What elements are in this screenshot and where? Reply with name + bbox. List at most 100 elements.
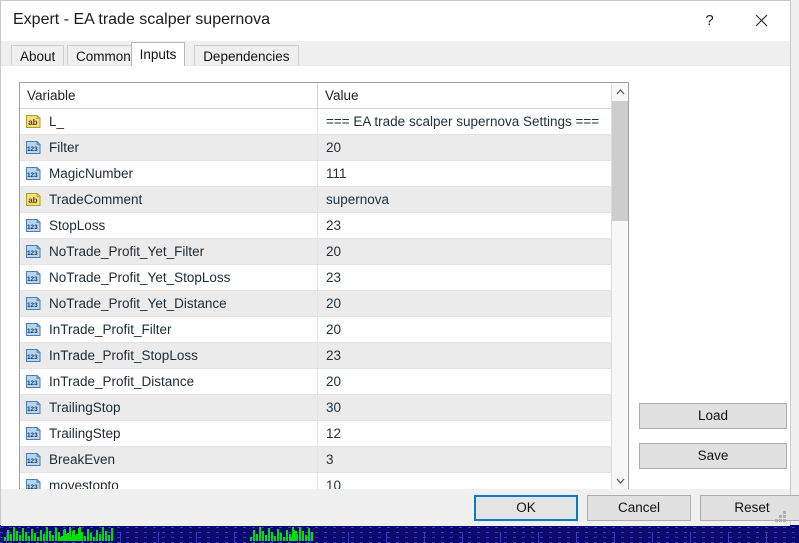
column-header-variable[interactable]: Variable: [20, 83, 317, 108]
save-button[interactable]: Save: [639, 443, 787, 469]
svg-text:123: 123: [27, 224, 38, 231]
tab-inputs[interactable]: Inputs: [130, 42, 186, 66]
scrollbar-thumb[interactable]: [612, 101, 628, 221]
number-type-icon: 123: [25, 373, 42, 390]
inputs-table: Variable Value ab L_ === EA trade scalper …: [19, 82, 629, 490]
variable-name: BreakEven: [49, 452, 116, 467]
inputs-tab-panel: Variable Value ab L_ === EA trade scalper …: [1, 65, 790, 490]
table-row[interactable]: 123 InTrade_Profit_Distance 20: [20, 369, 611, 395]
table-header-row: Variable Value: [20, 83, 628, 109]
variable-cell[interactable]: 123 InTrade_Profit_Distance: [20, 369, 317, 394]
value-cell[interactable]: 30: [317, 395, 611, 420]
svg-text:123: 123: [27, 172, 38, 179]
variable-name: InTrade_Profit_StopLoss: [49, 348, 198, 363]
value-cell[interactable]: 20: [317, 239, 611, 264]
variable-name: NoTrade_Profit_Yet_StopLoss: [49, 270, 231, 285]
variable-cell[interactable]: 123 NoTrade_Profit_Yet_Distance: [20, 291, 317, 316]
svg-text:123: 123: [27, 250, 38, 257]
resize-grip-dot: [783, 511, 786, 514]
table-row[interactable]: 123 NoTrade_Profit_Yet_Distance 20: [20, 291, 611, 317]
load-button[interactable]: Load: [639, 403, 787, 429]
value-cell[interactable]: 23: [317, 343, 611, 368]
table-row[interactable]: 123 BreakEven 3: [20, 447, 611, 473]
resize-grip-dot: [783, 515, 786, 518]
table-row[interactable]: 123 NoTrade_Profit_Yet_StopLoss 23: [20, 265, 611, 291]
table-row[interactable]: ab TradeComment supernova: [20, 187, 611, 213]
table-row[interactable]: 123 InTrade_Profit_StopLoss 23: [20, 343, 611, 369]
tab-common[interactable]: Common: [67, 45, 140, 66]
variable-name: Filter: [49, 140, 79, 155]
value-cell[interactable]: 23: [317, 213, 611, 238]
variable-name: NoTrade_Profit_Yet_Distance: [49, 296, 227, 311]
variable-cell[interactable]: 123 Filter: [20, 135, 317, 160]
variable-cell[interactable]: ab TradeComment: [20, 187, 317, 212]
table-row[interactable]: 123 TrailingStep 12: [20, 421, 611, 447]
table-scrollbar[interactable]: [611, 83, 628, 489]
title-bar: Expert - EA trade scalper supernova ?: [1, 1, 790, 41]
value-cell[interactable]: === EA trade scalper supernova Settings …: [317, 109, 611, 134]
resize-grip-dot: [779, 519, 782, 522]
chevron-up-icon[interactable]: [612, 83, 628, 100]
svg-text:ab: ab: [28, 118, 37, 127]
variable-cell[interactable]: 123 NoTrade_Profit_Yet_Filter: [20, 239, 317, 264]
table-body: ab L_ === EA trade scalper supernova Setti…: [20, 109, 611, 489]
column-header-value[interactable]: Value: [317, 83, 611, 108]
number-type-icon: 123: [25, 243, 42, 260]
value-cell[interactable]: 3: [317, 447, 611, 472]
value-cell[interactable]: 12: [317, 421, 611, 446]
dialog-footer: OK Cancel Reset: [1, 489, 799, 526]
variable-cell[interactable]: 123 InTrade_Profit_StopLoss: [20, 343, 317, 368]
string-type-icon: ab: [25, 113, 42, 130]
chevron-down-icon[interactable]: [612, 472, 628, 489]
value-cell[interactable]: 20: [317, 317, 611, 342]
variable-cell[interactable]: 123 movestopto: [20, 473, 317, 489]
help-icon[interactable]: ?: [687, 1, 732, 40]
number-type-icon: 123: [25, 217, 42, 234]
table-row[interactable]: 123 TrailingStop 30: [20, 395, 611, 421]
close-icon[interactable]: [739, 1, 784, 40]
tab-dependencies[interactable]: Dependencies: [194, 45, 299, 66]
resize-grip-dot: [775, 519, 778, 522]
window-title: Expert - EA trade scalper supernova: [13, 11, 271, 28]
variable-name: TrailingStep: [49, 426, 121, 441]
variable-cell[interactable]: ab L_: [20, 109, 317, 134]
variable-cell[interactable]: 123 StopLoss: [20, 213, 317, 238]
variable-cell[interactable]: 123 BreakEven: [20, 447, 317, 472]
table-row[interactable]: 123 StopLoss 23: [20, 213, 611, 239]
number-type-icon: 123: [25, 165, 42, 182]
value-cell[interactable]: 20: [317, 369, 611, 394]
variable-name: NoTrade_Profit_Yet_Filter: [49, 244, 205, 259]
table-row[interactable]: 123 Filter 20: [20, 135, 611, 161]
variable-cell[interactable]: 123 NoTrade_Profit_Yet_StopLoss: [20, 265, 317, 290]
variable-cell[interactable]: 123 TrailingStep: [20, 421, 317, 446]
expert-properties-dialog: Expert - EA trade scalper supernova ? Ab…: [0, 0, 799, 526]
string-type-icon: ab: [25, 191, 42, 208]
variable-cell[interactable]: 123 TrailingStop: [20, 395, 317, 420]
resize-grip-dot: [779, 515, 782, 518]
table-row[interactable]: 123 InTrade_Profit_Filter 20: [20, 317, 611, 343]
value-cell[interactable]: supernova: [317, 187, 611, 212]
table-row[interactable]: 123 MagicNumber 111: [20, 161, 611, 187]
table-row[interactable]: 123 NoTrade_Profit_Yet_Filter 20: [20, 239, 611, 265]
svg-text:123: 123: [27, 458, 38, 465]
svg-text:123: 123: [27, 354, 38, 361]
value-cell[interactable]: 23: [317, 265, 611, 290]
number-type-icon: 123: [25, 295, 42, 312]
resize-grip[interactable]: [775, 511, 787, 523]
variable-cell[interactable]: 123 MagicNumber: [20, 161, 317, 186]
tab-about[interactable]: About: [11, 45, 65, 66]
table-row[interactable]: 123 movestopto 10: [20, 473, 611, 489]
value-cell[interactable]: 111: [317, 161, 611, 186]
value-cell[interactable]: 20: [317, 291, 611, 316]
variable-name: TradeComment: [49, 192, 143, 207]
number-type-icon: 123: [25, 269, 42, 286]
table-row[interactable]: ab L_ === EA trade scalper supernova Setti…: [20, 109, 611, 135]
variable-cell[interactable]: 123 InTrade_Profit_Filter: [20, 317, 317, 342]
value-cell[interactable]: 10: [317, 473, 611, 489]
cancel-button[interactable]: Cancel: [587, 495, 691, 521]
ok-button[interactable]: OK: [474, 495, 578, 521]
value-cell[interactable]: 20: [317, 135, 611, 160]
number-type-icon: 123: [25, 451, 42, 468]
variable-name: TrailingStop: [49, 400, 121, 415]
svg-text:123: 123: [27, 146, 38, 153]
